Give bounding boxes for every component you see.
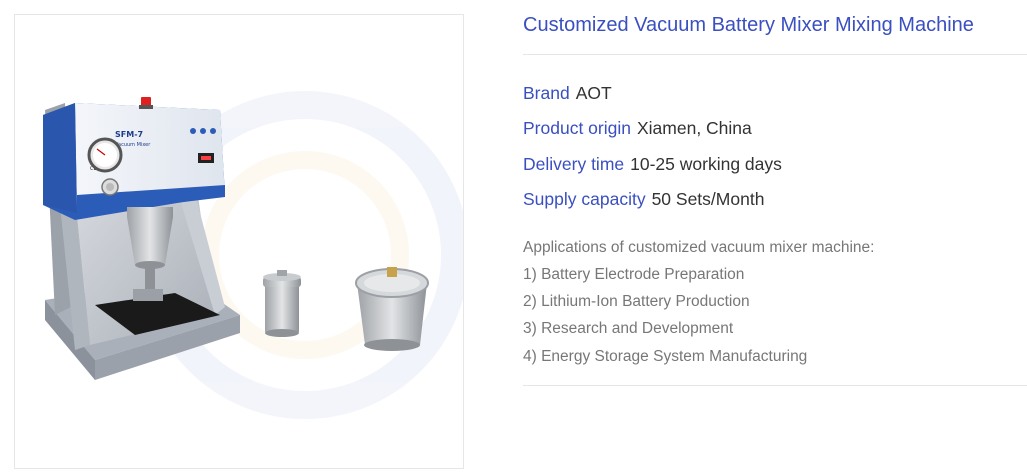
spec-row-brand: Brand AOT bbox=[523, 83, 612, 104]
pressure-gauge-icon bbox=[87, 137, 123, 173]
spec-value: 10-25 working days bbox=[630, 154, 782, 174]
red-button-icon bbox=[139, 97, 153, 109]
small-canister bbox=[263, 270, 301, 337]
product-title: Customized Vacuum Battery Mixer Mixing M… bbox=[523, 14, 974, 36]
machine-label: SFM-7 bbox=[115, 130, 143, 139]
description-item: 1) Battery Electrode Preparation bbox=[523, 266, 745, 283]
spec-row-delivery: Delivery time 10-25 working days bbox=[523, 154, 782, 175]
description-item: 4) Energy Storage System Manufacturing bbox=[523, 348, 808, 365]
spec-key: Product origin bbox=[523, 118, 631, 138]
spec-row-supply: Supply capacity 50 Sets/Month bbox=[523, 189, 764, 210]
product-image-frame[interactable]: SFM-7 Vacuum Mixer CE bbox=[14, 14, 464, 469]
spec-value: AOT bbox=[575, 83, 612, 103]
spec-row-origin: Product origin Xiamen, China bbox=[523, 118, 752, 139]
spec-key: Brand bbox=[523, 83, 570, 103]
knob-icon bbox=[101, 178, 119, 196]
description-heading: Applications of customized vacuum mixer … bbox=[523, 239, 875, 256]
spec-key: Supply capacity bbox=[523, 189, 646, 209]
divider-top bbox=[523, 54, 1027, 55]
spec-value: 50 Sets/Month bbox=[651, 189, 765, 209]
product-image: SFM-7 Vacuum Mixer CE bbox=[43, 91, 463, 419]
description-item: 3) Research and Development bbox=[523, 320, 734, 337]
spec-key: Delivery time bbox=[523, 154, 625, 174]
spec-value: Xiamen, China bbox=[636, 118, 752, 138]
description-item: 2) Lithium-Ion Battery Production bbox=[523, 293, 750, 310]
large-canister bbox=[355, 267, 429, 351]
divider-bottom bbox=[523, 385, 1027, 386]
